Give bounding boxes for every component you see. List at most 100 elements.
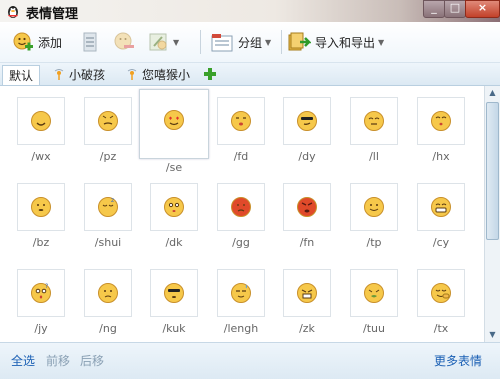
- edit-emoticon-button[interactable]: ▼: [148, 29, 179, 55]
- emoticon-cell[interactable]: /pz: [84, 97, 134, 163]
- edit-emoticon-icon: [149, 33, 167, 51]
- import-export-button[interactable]: 导入和导出 ▼: [287, 29, 384, 55]
- select-all-link[interactable]: 全选: [11, 352, 35, 369]
- add-tab-plus-icon[interactable]: [203, 67, 217, 81]
- emoticon-thumbnail[interactable]: [417, 183, 465, 231]
- emoticon-code-label: /cy: [432, 236, 450, 249]
- emoticon-cell[interactable]: /cy: [417, 183, 467, 249]
- emoticon-thumbnail[interactable]: [144, 95, 204, 145]
- emoticon-cell[interactable]: /zk: [283, 269, 333, 335]
- emoticon-cell[interactable]: /kuk: [150, 269, 200, 335]
- emoticon-cell[interactable]: ? /jy: [17, 269, 67, 335]
- emoticon-thumbnail[interactable]: z: [84, 183, 132, 231]
- move-back-link[interactable]: 后移: [80, 352, 104, 369]
- lengh-emoticon-icon: [231, 283, 251, 303]
- emoticon-code-label: /kuk: [162, 322, 186, 335]
- emoticon-cell[interactable]: /tp: [350, 183, 400, 249]
- vertical-scrollbar[interactable]: ▲ ▼: [484, 86, 500, 342]
- emoticon-code-label: /hx: [432, 150, 450, 163]
- emoticon-cell[interactable]: /tuu: [350, 269, 400, 335]
- emoticon-cell[interactable]: /ng: [84, 269, 134, 335]
- emoticon-thumbnail[interactable]: [283, 269, 331, 317]
- emoticon-code-label: /dy: [298, 150, 316, 163]
- emoticon-code-label: /fd: [233, 150, 249, 163]
- emoticon-thumbnail[interactable]: [350, 269, 398, 317]
- group-button[interactable]: 分组 ▼: [210, 29, 271, 55]
- emoticon-thumbnail[interactable]: [150, 269, 198, 317]
- emoticon-cell[interactable]: /dk: [150, 183, 200, 249]
- emoticon-code-label: /tuu: [363, 322, 385, 335]
- qq-penguin-icon: [8, 6, 18, 18]
- emoticon-cell[interactable]: /ll: [350, 97, 400, 163]
- emoticon-thumbnail[interactable]: [283, 97, 331, 145]
- emoticon-code-label: /wx: [31, 150, 51, 163]
- svg-text:?: ?: [45, 283, 48, 290]
- emoticon-code-label: /ng: [99, 322, 117, 335]
- emoticon-cell[interactable]: /fd: [217, 97, 267, 163]
- ng-emoticon-icon: [98, 283, 118, 303]
- emoticon-thumbnail[interactable]: [283, 183, 331, 231]
- emoticon-cell[interactable]: z/shui: [84, 183, 134, 249]
- title-bar: 表情管理 _ □ ×: [0, 0, 500, 22]
- add-button[interactable]: 添加: [12, 29, 62, 55]
- emoticon-thumbnail[interactable]: [17, 97, 65, 145]
- emoticon-thumbnail[interactable]: [417, 269, 465, 317]
- close-button[interactable]: ×: [465, 0, 500, 18]
- minimize-button[interactable]: _: [423, 0, 445, 18]
- tp-emoticon-icon: [364, 197, 384, 217]
- emoticon-cell[interactable]: /gg: [217, 183, 267, 249]
- delete-emoticon-icon: [114, 32, 134, 50]
- toolbar: 添加 ▼ 分组 ▼ 导入和导出 ▼: [0, 22, 500, 63]
- emoticon-cell[interactable]: /se: [144, 95, 204, 174]
- emoticon-cell[interactable]: /dy: [283, 97, 333, 163]
- emoticon-thumbnail[interactable]: ?: [17, 269, 65, 317]
- cy-emoticon-icon: [431, 197, 451, 217]
- emoticon-code-label: /pz: [99, 150, 117, 163]
- emoticon-cell[interactable]: /bz: [17, 183, 67, 249]
- emoticon-thumbnail[interactable]: [217, 97, 265, 145]
- chevron-down-icon: ▼: [265, 37, 272, 47]
- hx-emoticon-icon: [431, 111, 451, 131]
- emoticon-cell[interactable]: /tx: [417, 269, 467, 335]
- scroll-thumb[interactable]: [486, 102, 499, 240]
- move-to-top-button[interactable]: [80, 29, 100, 55]
- emoticon-code-label: /se: [165, 161, 183, 174]
- pz-emoticon-icon: [98, 111, 118, 131]
- emoticon-thumbnail[interactable]: [350, 97, 398, 145]
- emoticon-code-label: /dk: [165, 236, 183, 249]
- move-forward-link[interactable]: 前移: [46, 352, 70, 369]
- emoticon-thumbnail[interactable]: [417, 97, 465, 145]
- tab-xiaopohai[interactable]: 小破孩: [53, 65, 105, 84]
- emoticon-cell[interactable]: /wx: [17, 97, 67, 163]
- scroll-down-arrow-icon[interactable]: ▼: [485, 328, 500, 342]
- emoticon-grid: /wx/pz/se/fd/dy/ll/hx/bz z/shui/dk/gg/fn /…: [0, 86, 484, 342]
- window-title: 表情管理: [26, 7, 79, 22]
- emoticon-thumbnail[interactable]: [350, 183, 398, 231]
- emoticon-thumbnail[interactable]: [17, 183, 65, 231]
- emoticon-code-label: /tx: [433, 322, 449, 335]
- emoticon-code-label: /fn: [299, 236, 315, 249]
- more-emoticons-link[interactable]: 更多表情: [434, 352, 482, 369]
- tab-default[interactable]: 默认: [2, 65, 41, 85]
- fn-emoticon-icon: [297, 197, 317, 217]
- kuk-emoticon-icon: [164, 283, 184, 303]
- chevron-down-icon: ▼: [173, 37, 180, 47]
- chevron-down-icon: ▼: [378, 37, 385, 47]
- emoticon-cell[interactable]: /lengh: [217, 269, 267, 335]
- gg-emoticon-icon: [231, 197, 251, 217]
- tab-nixihouxiao[interactable]: 您嘻猴小: [126, 65, 190, 84]
- tab-label: 默认: [9, 69, 34, 83]
- emoticon-thumbnail[interactable]: [150, 183, 198, 231]
- emoticon-thumbnail[interactable]: [84, 269, 132, 317]
- delete-emoticon-button[interactable]: [113, 29, 135, 55]
- scroll-up-arrow-icon[interactable]: ▲: [485, 86, 500, 100]
- group-label: 分组: [238, 35, 263, 50]
- emoticon-thumbnail[interactable]: [217, 183, 265, 231]
- emoticon-cell[interactable]: /hx: [417, 97, 467, 163]
- emoticon-thumbnail[interactable]: [84, 97, 132, 145]
- emoticon-cell[interactable]: /fn: [283, 183, 333, 249]
- emoticon-thumbnail[interactable]: [217, 269, 265, 317]
- maximize-button[interactable]: □: [444, 0, 466, 18]
- bottom-bar: 全选 前移 后移 更多表情: [0, 342, 500, 379]
- smile-emoticon-icon: [31, 111, 51, 131]
